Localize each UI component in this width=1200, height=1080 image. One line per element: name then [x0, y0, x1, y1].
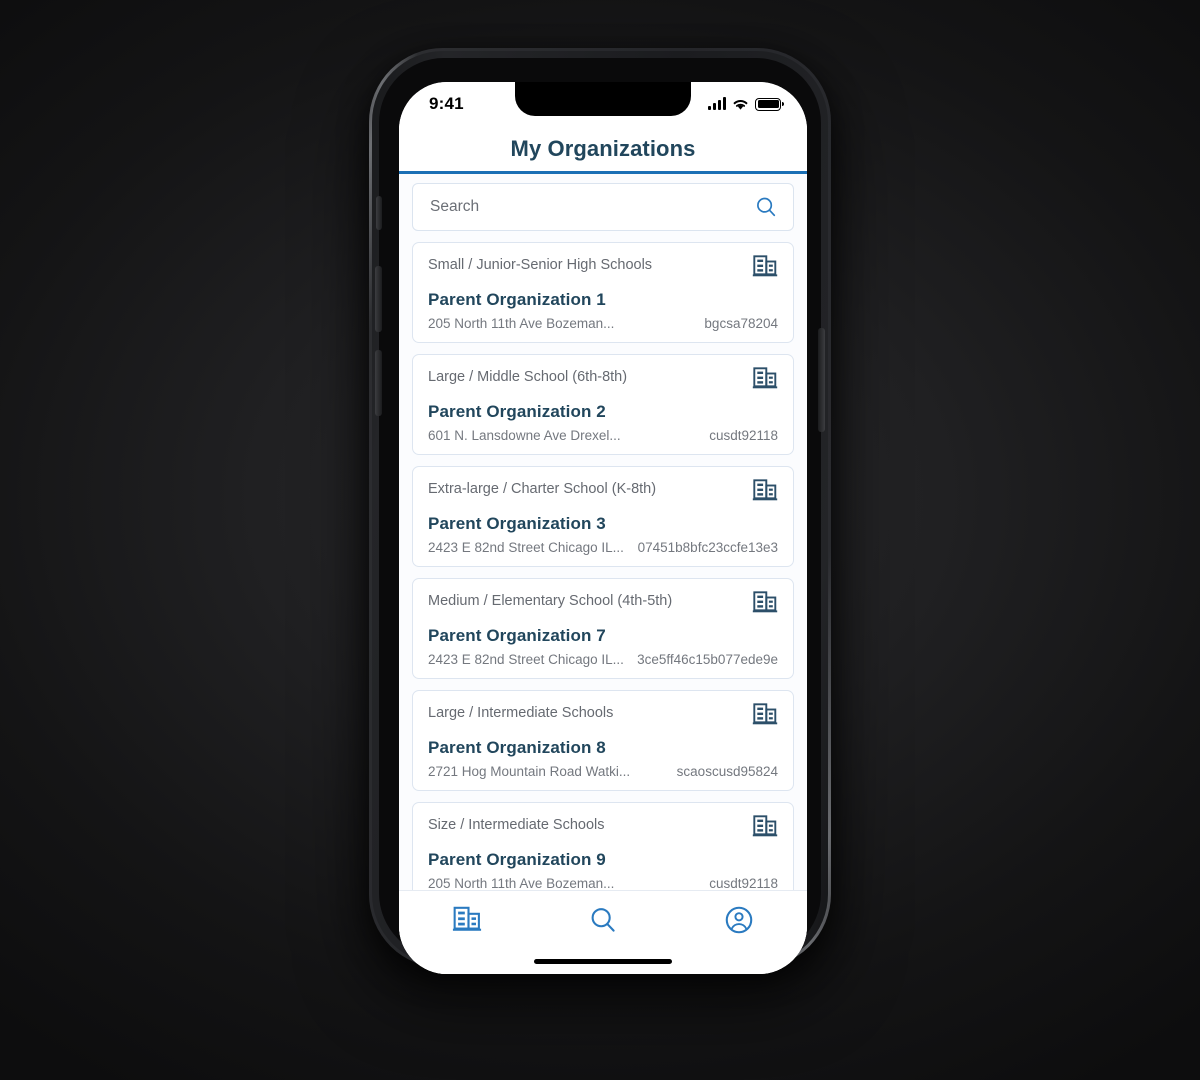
home-indicator[interactable]: [534, 959, 672, 964]
card-header-row: Size / Intermediate Schools: [428, 815, 778, 843]
organization-code: bgcsa78204: [704, 316, 778, 331]
user-circle-icon: [725, 906, 753, 934]
card-header-row: Large / Middle School (6th-8th): [428, 367, 778, 395]
organization-category: Medium / Elementary School (4th-5th): [428, 593, 673, 609]
tab-bar: [399, 890, 807, 974]
navigation-bar: My Organizations: [399, 126, 807, 174]
search-submit-button[interactable]: [754, 195, 778, 219]
organization-code: cusdt92118: [709, 428, 778, 443]
search-input[interactable]: Search: [412, 183, 794, 231]
card-footer-row: 2423 E 82nd Street Chicago IL... 3ce5ff4…: [428, 652, 778, 667]
organization-code: 07451b8bfc23ccfe13e3: [637, 540, 778, 555]
organization-card[interactable]: Extra-large / Charter School (K-8th) Par…: [412, 466, 794, 567]
wifi-icon: [733, 99, 748, 110]
card-footer-row: 2423 E 82nd Street Chicago IL... 07451b8…: [428, 540, 778, 555]
organization-category: Large / Middle School (6th-8th): [428, 369, 628, 385]
card-footer-row: 601 N. Lansdowne Ave Drexel... cusdt9211…: [428, 428, 778, 443]
tab-search[interactable]: [535, 905, 671, 935]
organization-card[interactable]: Small / Junior-Senior High Schools Paren…: [412, 242, 794, 343]
organization-name: Parent Organization 9: [428, 850, 606, 869]
building-icon: [752, 702, 778, 731]
page-title: My Organizations: [510, 135, 696, 161]
card-footer-row: 2721 Hog Mountain Road Watki... scaoscus…: [428, 764, 778, 779]
tab-organizations[interactable]: [399, 905, 535, 933]
battery-full-icon: [755, 97, 784, 111]
status-time: 9:41: [429, 94, 464, 113]
card-header-row: Small / Junior-Senior High Schools: [428, 255, 778, 283]
phone-screen: 9:41 My Organizations Search Small / Jun…: [399, 82, 807, 974]
organization-address: 2423 E 82nd Street Chicago IL...: [428, 540, 624, 555]
search-icon: [591, 908, 615, 932]
building-icon: [752, 478, 778, 507]
organizations-list-scroll[interactable]: Search Small / Junior-Senior High School…: [399, 174, 807, 890]
card-footer-row: 205 North 11th Ave Bozeman... cusdt92118: [428, 876, 778, 890]
phone-outer-frame: 9:41 My Organizations Search Small / Jun…: [369, 48, 831, 974]
phone-mockup: 9:41 My Organizations Search Small / Jun…: [357, 28, 843, 976]
organization-name: Parent Organization 7: [428, 626, 606, 645]
organization-code: scaoscusd95824: [676, 764, 778, 779]
building-icon: [752, 254, 778, 283]
organization-category: Extra-large / Charter School (K-8th): [428, 481, 657, 497]
status-bar: 9:41: [399, 82, 807, 126]
organization-name: Parent Organization 2: [428, 402, 606, 421]
organization-category: Large / Intermediate Schools: [428, 705, 614, 721]
status-indicators: [708, 97, 784, 111]
organization-card[interactable]: Large / Middle School (6th-8th) Parent O…: [412, 354, 794, 455]
organization-name: Parent Organization 8: [428, 738, 606, 757]
organization-address: 2721 Hog Mountain Road Watki...: [428, 764, 631, 779]
organization-code: cusdt92118: [709, 876, 778, 890]
organization-name: Parent Organization 1: [428, 290, 606, 309]
organization-name: Parent Organization 3: [428, 514, 606, 533]
organization-code: 3ce5ff46c15b077ede9e: [637, 652, 778, 667]
building-icon: [752, 366, 778, 395]
volume-up-button[interactable]: [375, 266, 382, 332]
organization-card[interactable]: Size / Intermediate Schools Parent Organ…: [412, 802, 794, 890]
organization-address: 205 North 11th Ave Bozeman...: [428, 316, 615, 331]
card-header-row: Large / Intermediate Schools: [428, 703, 778, 731]
building-icon: [752, 814, 778, 843]
organization-card[interactable]: Medium / Elementary School (4th-5th) Par…: [412, 578, 794, 679]
card-header-row: Medium / Elementary School (4th-5th): [428, 591, 778, 619]
power-button[interactable]: [818, 328, 825, 432]
organization-address: 2423 E 82nd Street Chicago IL...: [428, 652, 624, 667]
card-header-row: Extra-large / Charter School (K-8th): [428, 479, 778, 507]
organization-category: Size / Intermediate Schools: [428, 817, 605, 833]
search-icon: [757, 197, 776, 217]
organization-card[interactable]: Large / Intermediate Schools Parent Orga…: [412, 690, 794, 791]
building-icon: [752, 590, 778, 619]
tab-profile[interactable]: [671, 905, 807, 935]
mute-switch-button[interactable]: [376, 196, 382, 230]
organization-address: 601 N. Lansdowne Ave Drexel...: [428, 428, 621, 443]
card-footer-row: 205 North 11th Ave Bozeman... bgcsa78204: [428, 316, 778, 331]
volume-down-button[interactable]: [375, 350, 382, 416]
building-icon: [452, 906, 482, 931]
organization-category: Small / Junior-Senior High Schools: [428, 257, 653, 273]
app-container: 9:41 My Organizations Search Small / Jun…: [399, 82, 807, 974]
cellular-signal-icon: [708, 97, 726, 110]
organization-address: 205 North 11th Ave Bozeman...: [428, 876, 615, 890]
search-placeholder: Search: [430, 198, 480, 215]
